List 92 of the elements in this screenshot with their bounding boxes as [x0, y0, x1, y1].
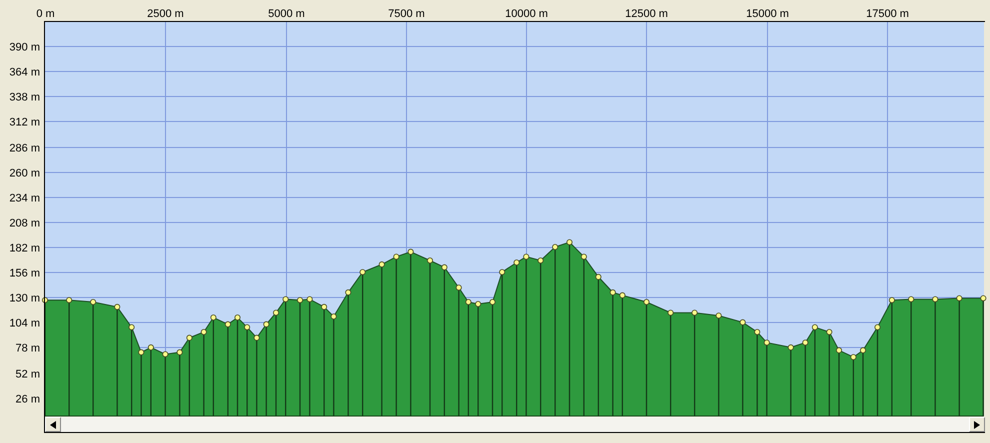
data-point-marker: [306, 296, 313, 302]
data-point-marker: [465, 299, 472, 305]
data-point-marker: [812, 324, 818, 330]
data-point-marker: [330, 314, 337, 320]
data-point-marker: [176, 349, 183, 356]
data-point-marker: [566, 239, 572, 246]
y-axis-label: 26 m: [16, 394, 40, 406]
scroll-right-button[interactable]: [969, 417, 985, 432]
y-axis-label: 286 m: [9, 142, 40, 154]
data-point-marker: [538, 258, 544, 264]
data-point-marker: [619, 292, 626, 298]
y-axis-label: 260 m: [9, 168, 40, 180]
data-point-marker: [499, 269, 506, 276]
data-point-marker: [148, 344, 154, 350]
y-axis-label: 52 m: [16, 368, 40, 380]
data-point-marker: [138, 349, 144, 356]
data-point-marker: [263, 321, 270, 328]
data-point-marker: [200, 329, 207, 335]
data-point-marker: [908, 296, 914, 302]
left-arrow-icon: [50, 420, 56, 428]
data-point-marker: [297, 297, 303, 304]
data-point-marker: [692, 310, 698, 316]
data-point-marker: [826, 329, 832, 335]
data-point-marker: [932, 296, 938, 302]
x-axis-label: 12500 m: [625, 8, 668, 20]
data-point-marker: [427, 258, 433, 264]
data-point-marker: [740, 319, 746, 326]
data-point-marker: [408, 248, 414, 255]
data-point-marker: [234, 314, 240, 320]
data-point-marker: [754, 329, 760, 335]
data-point-marker: [490, 299, 496, 305]
data-point-marker: [244, 324, 250, 330]
y-axis-label: 234 m: [9, 192, 40, 204]
y-axis-label: 78 m: [16, 342, 40, 354]
data-point-marker: [273, 310, 279, 316]
y-axis-label: 338 m: [9, 92, 40, 104]
y-axis-label: 390 m: [9, 42, 40, 54]
data-point-marker: [360, 269, 366, 276]
x-axis-label: 5000 m: [268, 8, 305, 20]
y-axis-label: 208 m: [9, 218, 40, 230]
data-point-marker: [980, 295, 986, 302]
x-axis-label: 10000 m: [505, 8, 548, 20]
data-point-marker: [66, 297, 72, 304]
horizontal-scrollbar[interactable]: [44, 417, 985, 433]
y-axis-label: 364 m: [9, 66, 40, 78]
data-point-marker: [224, 321, 231, 328]
x-axis-label: 15000 m: [746, 8, 789, 20]
data-point-marker: [874, 324, 880, 330]
x-axis-label: 0 m: [36, 8, 55, 20]
x-axis-label: 7500 m: [388, 8, 425, 20]
x-axis-label: 17500 m: [866, 8, 909, 20]
data-point-marker: [552, 244, 558, 250]
data-point-marker: [90, 299, 96, 305]
data-point-marker: [456, 284, 462, 291]
data-point-marker: [321, 304, 328, 310]
data-point-marker: [186, 334, 192, 341]
data-point-marker: [610, 289, 616, 296]
data-point-marker: [282, 296, 289, 302]
data-point-marker: [254, 334, 260, 341]
y-axis-label: 182 m: [9, 242, 40, 254]
right-arrow-icon: [974, 420, 980, 428]
data-point-marker: [378, 261, 385, 268]
data-point-marker: [345, 289, 352, 296]
data-point-marker: [802, 340, 808, 346]
data-point-marker: [836, 347, 842, 354]
data-point-marker: [668, 310, 674, 316]
data-point-marker: [393, 254, 400, 260]
data-point-marker: [162, 351, 168, 358]
data-point-marker: [523, 254, 530, 260]
y-axis-label: 156 m: [9, 268, 40, 280]
data-point-marker: [580, 254, 587, 260]
data-point-marker: [514, 260, 520, 266]
y-axis-label: 130 m: [9, 292, 40, 304]
x-axis-label: 2500 m: [147, 8, 184, 20]
data-point-marker: [850, 354, 856, 360]
y-axis-label: 104 m: [9, 318, 40, 330]
data-point-marker: [114, 304, 120, 310]
data-point-marker: [888, 297, 895, 304]
data-point-marker: [644, 299, 650, 305]
y-axis-label: 312 m: [9, 116, 40, 128]
data-point-marker: [595, 274, 602, 280]
data-point-marker: [441, 264, 448, 270]
data-point-marker: [788, 344, 794, 350]
data-point-marker: [860, 347, 866, 354]
data-point-marker: [210, 314, 216, 320]
data-point-marker: [42, 297, 48, 304]
data-point-marker: [128, 324, 135, 330]
data-point-marker: [764, 340, 770, 346]
data-point-marker: [956, 295, 962, 302]
data-point-marker: [475, 301, 482, 307]
data-point-marker: [716, 312, 722, 319]
scroll-left-button[interactable]: [45, 417, 61, 432]
